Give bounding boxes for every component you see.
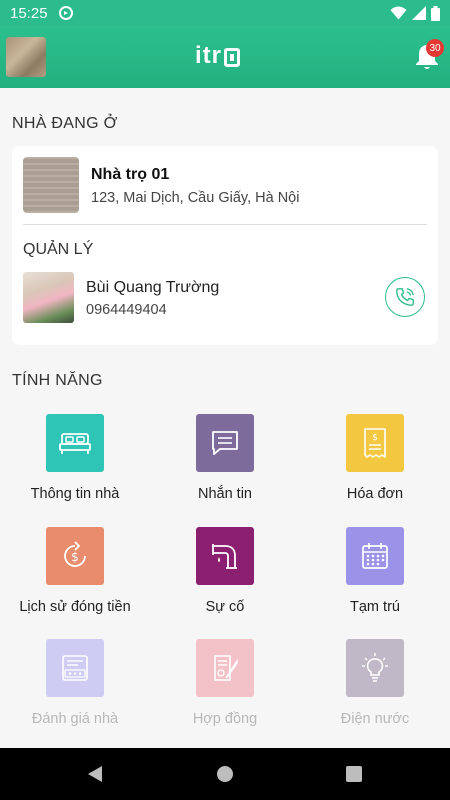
feature-invoices[interactable]: $ Hóa đơn xyxy=(300,414,450,526)
feature-label: Sự cố xyxy=(205,599,245,615)
features-title: TÍNH NĂNG xyxy=(12,372,103,389)
calendar-icon xyxy=(346,527,404,585)
current-home-card[interactable]: Nhà trọ 01 123, Mai Dịch, Cầu Giấy, Hà N… xyxy=(12,146,438,345)
manager-title: QUẢN LÝ xyxy=(23,241,94,258)
signal-icon xyxy=(412,6,426,20)
receipt-icon: $ xyxy=(346,414,404,472)
payment-history-icon: $ xyxy=(46,527,104,585)
feature-contract[interactable]: Hợp đồng xyxy=(150,639,300,751)
message-icon xyxy=(196,414,254,472)
svg-text:$: $ xyxy=(71,550,79,564)
sync-icon xyxy=(58,6,73,20)
phone-icon xyxy=(396,288,414,306)
divider xyxy=(23,224,427,225)
svg-text:$: $ xyxy=(372,433,378,443)
logo-mark-icon xyxy=(224,47,240,67)
feature-incidents[interactable]: Sự cố xyxy=(150,527,300,639)
wifi-icon xyxy=(390,6,407,20)
bed-icon xyxy=(46,414,104,472)
feature-house-rating[interactable]: Đánh giá nhà xyxy=(0,639,150,751)
feature-label: Lịch sử đóng tiền xyxy=(19,599,131,615)
house-name: Nhà trọ 01 xyxy=(91,166,170,183)
manager-name: Bùi Quang Trường xyxy=(86,279,220,296)
house-address: 123, Mai Dịch, Cầu Giấy, Hà Nội xyxy=(91,190,300,206)
notification-badge: 30 xyxy=(426,39,444,57)
app-bar: itr xyxy=(0,26,450,88)
status-time: 15:25 xyxy=(10,4,48,22)
feature-messages[interactable]: Nhắn tin xyxy=(150,414,300,526)
system-nav-bar xyxy=(0,748,450,800)
manager-avatar xyxy=(23,272,74,323)
lightbulb-icon xyxy=(346,639,404,697)
call-button[interactable] xyxy=(385,277,425,317)
contract-icon xyxy=(196,639,254,697)
feature-temporary-residence[interactable]: Tạm trú xyxy=(300,527,450,639)
house-photo xyxy=(23,157,79,213)
battery-icon xyxy=(431,5,440,21)
user-avatar[interactable] xyxy=(6,37,46,77)
status-bar: 15:25 xyxy=(0,0,450,26)
recent-apps-icon[interactable] xyxy=(346,766,362,782)
feature-house-info[interactable]: Thông tin nhà xyxy=(0,414,150,526)
feature-label: Điện nước xyxy=(340,711,410,727)
manager-phone: 0964449404 xyxy=(86,302,167,318)
feature-payment-history[interactable]: $ Lịch sử đóng tiền xyxy=(0,527,150,639)
pipe-leak-icon xyxy=(196,527,254,585)
app-logo: itr xyxy=(195,42,240,70)
feature-label: Thông tin nhà xyxy=(30,486,120,502)
feature-utilities[interactable]: Điện nước xyxy=(300,639,450,751)
back-icon[interactable] xyxy=(87,765,103,783)
feature-label: Đánh giá nhà xyxy=(31,711,119,727)
rating-icon xyxy=(46,639,104,697)
feature-label: Hóa đơn xyxy=(346,486,404,502)
current-home-title: NHÀ ĐANG Ở xyxy=(12,115,118,132)
logo-text: itr xyxy=(195,42,222,69)
feature-label: Tạm trú xyxy=(350,599,400,615)
feature-label: Nhắn tin xyxy=(197,486,252,502)
home-icon[interactable] xyxy=(217,766,233,782)
feature-label: Hợp đồng xyxy=(192,711,258,727)
